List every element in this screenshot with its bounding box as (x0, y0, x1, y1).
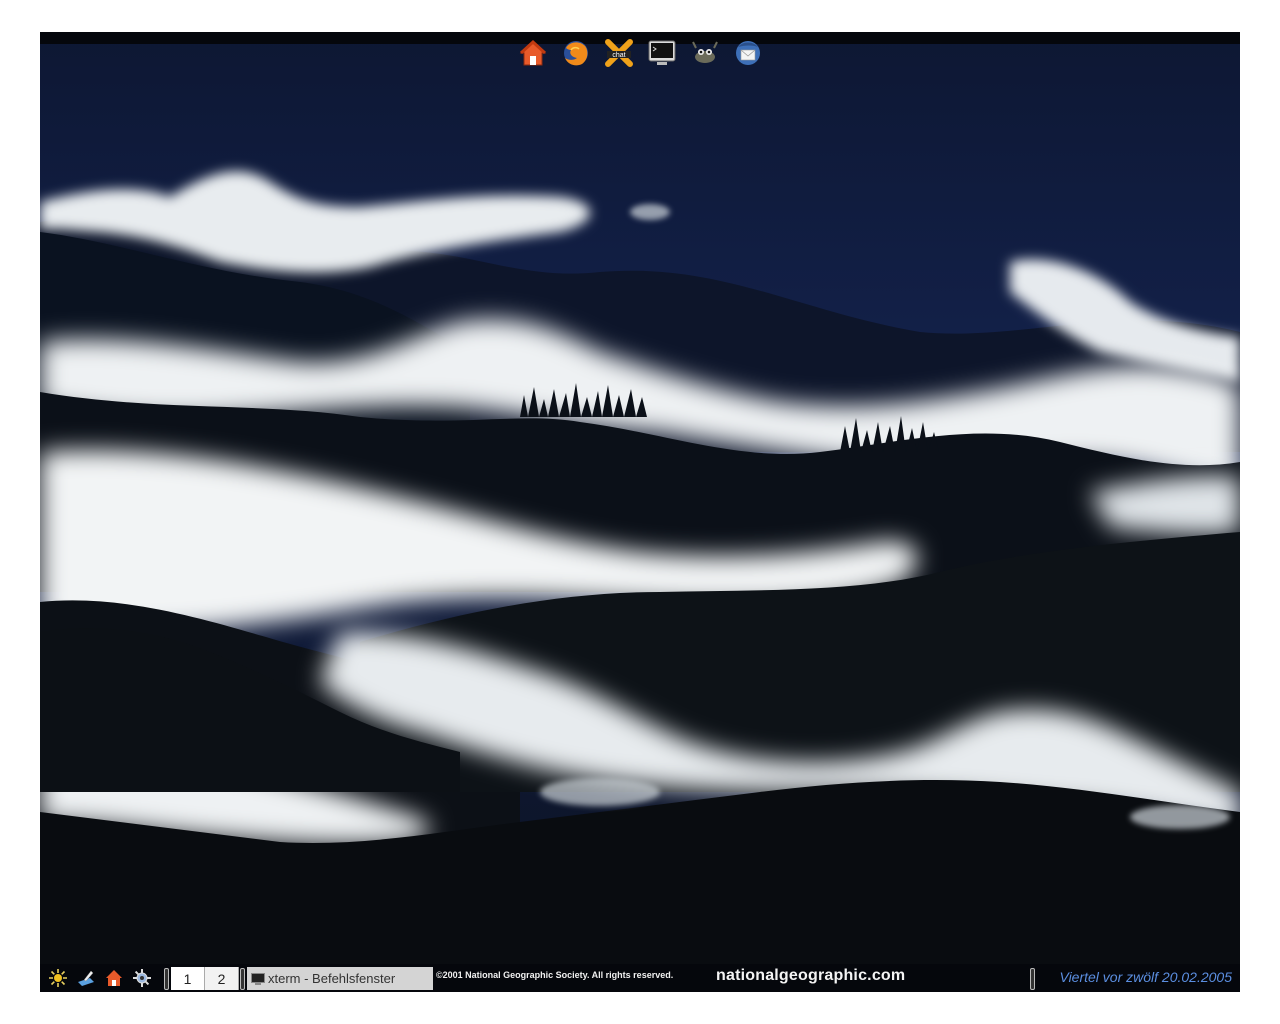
desktop: chat 1 2 xterm - Befehlsfenster ©2001 Na… (40, 32, 1240, 992)
launcher-bar: chat (516, 36, 765, 70)
tasklist-grip[interactable] (240, 968, 245, 990)
home-launcher[interactable] (516, 36, 550, 70)
home-icon (519, 39, 547, 66)
desktop-2-button[interactable]: 2 (205, 967, 239, 990)
desktop-1-button[interactable]: 1 (171, 967, 205, 990)
editor-button[interactable] (74, 966, 98, 990)
task-button-xterm[interactable]: xterm - Befehlsfenster (247, 967, 433, 990)
clock-grip[interactable] (1030, 968, 1035, 990)
editor-icon (78, 970, 94, 986)
home-button[interactable] (102, 966, 126, 990)
pager-grip[interactable] (164, 968, 169, 990)
wallpaper-image (40, 32, 1240, 992)
home-icon (106, 970, 122, 986)
svg-text:chat: chat (612, 52, 625, 59)
terminal-icon (251, 972, 265, 985)
firefox-icon (564, 41, 588, 66)
wallpaper-copyright: ©2001 National Geographic Society. All r… (436, 970, 674, 980)
gimp-icon (692, 41, 718, 63)
start-menu-icon (49, 969, 67, 987)
thunderbird-icon (736, 41, 760, 65)
start-menu-button[interactable] (46, 966, 70, 990)
firefox-launcher[interactable] (559, 36, 593, 70)
settings-icon (133, 969, 151, 987)
thunderbird-launcher[interactable] (731, 36, 765, 70)
quick-launch (46, 966, 154, 990)
wallpaper-site-credit: nationalgeographic.com (716, 967, 906, 984)
clock[interactable]: Viertel vor zwölf 20.02.2005 (1059, 969, 1232, 985)
gimp-launcher[interactable] (688, 36, 722, 70)
terminal-launcher[interactable] (645, 36, 679, 70)
bottom-taskbar: 1 2 xterm - Befehlsfenster ©2001 Nationa… (40, 964, 1240, 992)
xchat-icon: chat (605, 39, 633, 67)
desktop-pager: 1 2 (171, 967, 239, 990)
xchat-launcher[interactable]: chat (602, 36, 636, 70)
settings-button[interactable] (130, 966, 154, 990)
task-title: xterm - Befehlsfenster (268, 971, 396, 986)
terminal-icon (648, 40, 676, 65)
